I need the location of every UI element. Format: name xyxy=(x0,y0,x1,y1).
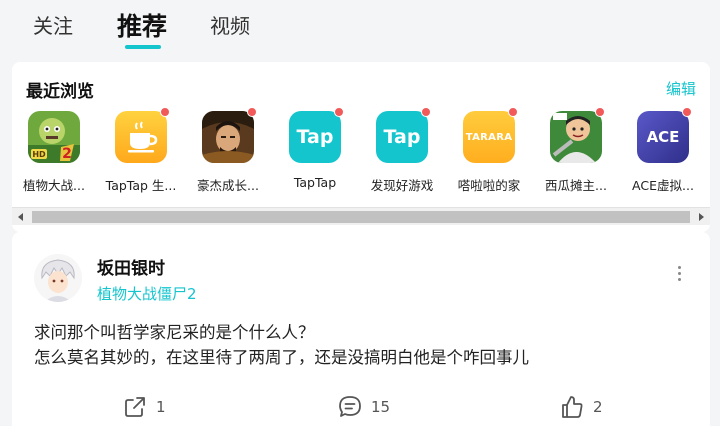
comment-count: 15 xyxy=(371,398,391,416)
scroll-left-arrow-icon[interactable] xyxy=(15,211,27,223)
notification-dot xyxy=(334,107,344,117)
recent-app-label: TapTap xyxy=(293,175,337,190)
avatar[interactable] xyxy=(34,254,82,302)
recent-app-item[interactable]: ACE ACE虚拟... xyxy=(621,107,705,199)
tab-video[interactable]: 视频 xyxy=(210,10,250,39)
recent-app-label: 西瓜摊主... xyxy=(545,178,607,193)
notification-dot xyxy=(595,107,605,117)
post-game-tag[interactable]: 植物大战僵尸2 xyxy=(97,283,197,304)
warrior-portrait-icon xyxy=(202,111,254,163)
comment-icon xyxy=(339,396,361,417)
scroll-right-arrow-icon[interactable] xyxy=(695,211,707,223)
post-text-line: 怎么莫名其妙的，在这里待了两周了，还是没搞明白他是个咋回事儿 xyxy=(34,348,529,367)
taptap-icon: Tap xyxy=(289,111,341,163)
notification-dot xyxy=(421,107,431,117)
post-action-bar: 1 15 2 xyxy=(12,392,710,422)
scrollbar-thumb[interactable] xyxy=(32,211,690,223)
share-count: 1 xyxy=(156,398,166,416)
notification-dot xyxy=(160,107,170,117)
recent-app-item[interactable]: Tap 发现好游戏 xyxy=(360,107,444,199)
recent-title: 最近浏览 xyxy=(26,82,94,102)
recent-app-label: 发现好游戏 xyxy=(370,178,434,193)
recent-app-item[interactable]: 2 HD 植物大战... xyxy=(12,109,96,199)
recent-app-item[interactable]: 豪杰成长... xyxy=(186,107,270,199)
like-count: 2 xyxy=(593,398,603,416)
tab-follow[interactable]: 关注 xyxy=(33,10,73,39)
notification-dot xyxy=(682,107,692,117)
coffee-cup-icon xyxy=(115,111,167,163)
recent-app-item[interactable]: TapTap 生... xyxy=(99,107,183,199)
recent-app-label: ACE虚拟... xyxy=(632,178,694,193)
recent-app-label: TapTap 生... xyxy=(105,178,177,193)
post-text-line: 求问那个叫哲学家尼采的是个什么人？ xyxy=(34,323,315,342)
ace-icon: ACE xyxy=(637,111,689,163)
tarara-icon: TARARA xyxy=(463,111,515,163)
recent-app-item[interactable]: TARARA 嗒啦啦的家 xyxy=(447,107,531,199)
svg-text:HD: HD xyxy=(32,150,46,159)
horizontal-scrollbar[interactable] xyxy=(12,207,710,225)
recent-app-item[interactable]: 西瓜摊主... xyxy=(534,107,618,199)
share-icon xyxy=(125,397,145,417)
share-button[interactable]: 1 xyxy=(122,392,166,422)
edit-button[interactable]: 编辑 xyxy=(666,78,696,99)
thumbs-up-icon xyxy=(562,396,583,418)
post-card: 坂田银时 植物大战僵尸2 求问那个叫哲学家尼采的是个什么人？ 怎么莫名其妙的，在… xyxy=(12,232,710,426)
pvz2-icon: 2 HD xyxy=(28,111,80,163)
active-tab-indicator xyxy=(125,45,161,49)
like-button[interactable]: 2 xyxy=(559,392,603,422)
comment-button[interactable]: 15 xyxy=(337,392,390,422)
post-content[interactable]: 求问那个叫哲学家尼采的是个什么人？ 怎么莫名其妙的，在这里待了两周了，还是没搞明… xyxy=(34,320,529,370)
recent-app-label: 植物大战... xyxy=(23,178,85,193)
notification-dot xyxy=(247,107,257,117)
notification-dot xyxy=(508,107,518,117)
recent-app-item[interactable]: Tap TapTap xyxy=(273,107,357,199)
watermelon-vendor-icon xyxy=(550,111,602,163)
recent-app-label: 豪杰成长... xyxy=(197,178,259,193)
post-author-name[interactable]: 坂田银时 xyxy=(97,254,165,279)
tab-recommend[interactable]: 推荐 xyxy=(117,7,167,43)
svg-text:2: 2 xyxy=(62,146,72,162)
recent-app-label: 嗒啦啦的家 xyxy=(457,178,521,193)
top-tab-bar: 关注 推荐 视频 xyxy=(0,0,720,58)
taptap-icon: Tap xyxy=(376,111,428,163)
more-options-icon[interactable] xyxy=(676,266,682,284)
